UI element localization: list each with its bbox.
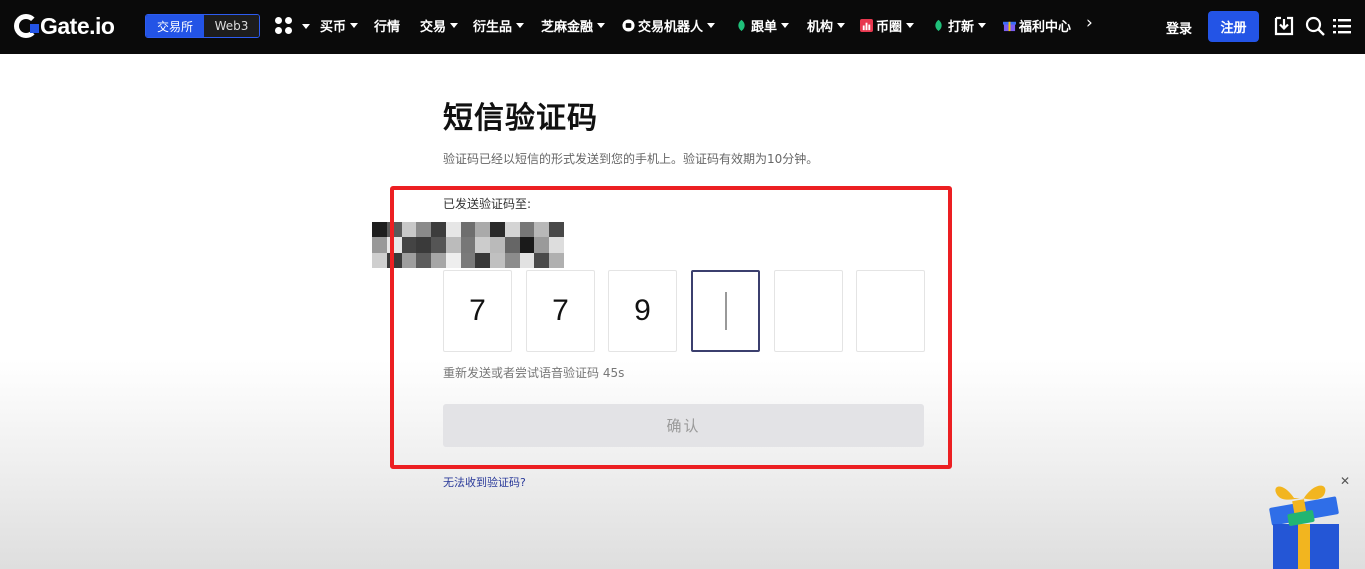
chevron-down-icon	[837, 23, 846, 28]
nav-item-label: 交易机器人	[638, 20, 704, 35]
nav-item-crypto-circle[interactable]: 币圈	[860, 16, 915, 35]
menu-icon[interactable]	[1331, 15, 1353, 37]
nav-item-derivatives[interactable]: 衍生品	[473, 16, 525, 35]
chevron-down-icon	[906, 23, 915, 28]
red-highlight-box	[390, 186, 952, 469]
nav-item-startup[interactable]: 打新	[932, 16, 987, 35]
download-icon[interactable]	[1273, 15, 1295, 37]
chevron-down-icon	[350, 23, 359, 28]
chevron-down-icon	[781, 23, 790, 28]
nav-item-label: 机构	[807, 20, 834, 35]
nav-item-buy-crypto[interactable]: 买币	[320, 16, 359, 35]
chevron-down-icon	[516, 23, 525, 28]
chart-icon	[860, 19, 873, 32]
nav-item-finance[interactable]: 芝麻金融	[541, 16, 606, 35]
chevron-down-icon	[707, 23, 716, 28]
register-button[interactable]: 注册	[1208, 11, 1259, 42]
robot-icon	[622, 19, 635, 32]
page-subtitle: 验证码已经以短信的形式发送到您的手机上。验证码有效期为10分钟。	[443, 152, 819, 166]
gift-box-icon[interactable]	[1264, 476, 1344, 569]
nav-item-label: 币圈	[876, 20, 903, 35]
nav-item-label: 买币	[320, 20, 347, 35]
login-link[interactable]: 登录	[1166, 0, 1192, 54]
nav-item-label: 打新	[948, 20, 975, 35]
top-navigation-bar: Gate.io 交易所 Web3 买币 行情 交易 衍生品 芝麻金融 交易机器人…	[0, 0, 1365, 54]
chevron-right-icon: ›	[1086, 13, 1093, 33]
chevron-down-icon	[597, 23, 606, 28]
nav-item-label: 行情	[374, 20, 401, 35]
search-icon[interactable]	[1304, 15, 1326, 37]
platform-switch: 交易所 Web3	[145, 14, 260, 38]
gateio-logo-icon	[14, 14, 39, 38]
gift-small-icon	[1003, 21, 1016, 32]
chevron-down-icon	[450, 23, 459, 28]
nav-item-copy-trading[interactable]: 跟单	[735, 16, 790, 35]
mosaic-pixel	[372, 252, 387, 268]
nav-item-label: 福利中心	[1019, 20, 1072, 35]
leaf-icon	[935, 19, 942, 32]
nav-more-arrow[interactable]: ›	[1086, 13, 1093, 33]
nav-item-trading-bots[interactable]: 交易机器人	[622, 16, 716, 35]
logo-text: Gate.io	[40, 12, 115, 39]
cannot-receive-code-link[interactable]: 无法收到验证码?	[443, 474, 526, 490]
nav-item-label: 跟单	[751, 20, 778, 35]
nav-item-label: 衍生品	[473, 20, 513, 35]
nav-item-rewards-hub[interactable]: 福利中心	[1003, 16, 1071, 35]
gateio-logo[interactable]: Gate.io	[14, 12, 115, 40]
apps-chevron-down-icon	[302, 24, 310, 29]
mosaic-pixel	[372, 222, 387, 238]
web3-tab[interactable]: Web3	[204, 15, 259, 37]
chevron-down-icon	[978, 23, 987, 28]
nav-item-trade[interactable]: 交易	[420, 16, 459, 35]
page-title: 短信验证码	[443, 101, 598, 136]
nav-item-markets[interactable]: 行情	[374, 16, 400, 35]
mosaic-pixel	[372, 237, 387, 253]
apps-grid-icon[interactable]	[275, 17, 293, 35]
leaf-icon	[738, 19, 745, 32]
nav-item-institutional[interactable]: 机构	[807, 16, 846, 35]
exchange-tab[interactable]: 交易所	[146, 15, 204, 37]
nav-item-label: 交易	[420, 20, 447, 35]
nav-item-label: 芝麻金融	[541, 20, 594, 35]
